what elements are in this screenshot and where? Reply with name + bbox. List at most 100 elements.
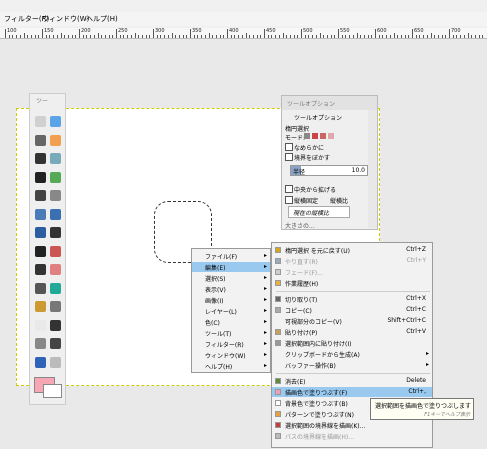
ruler-label: 700 — [451, 28, 461, 34]
edit_menu-item[interactable]: 選択範囲内に貼り付け(I) — [272, 338, 432, 348]
menu-item-label: 編集(E) — [205, 265, 226, 272]
edit_menu-item: やり直す(R) Ctrl+Y — [272, 256, 432, 266]
paste-into-icon — [275, 340, 281, 346]
context_menu-item[interactable]: ヘルプ(H) ▸ — [192, 361, 270, 371]
measure-icon[interactable] — [50, 190, 61, 201]
ruler-label: 500 — [303, 28, 313, 34]
edit_menu-item: フェード(F)... — [272, 267, 432, 277]
edit_menu-item[interactable]: 消去(E) Delete — [272, 376, 432, 386]
mode-replace-icon[interactable] — [304, 133, 310, 139]
stroke-path-icon — [275, 433, 281, 439]
menu-item-accelerator: Ctrl+Z — [406, 246, 426, 253]
menu-windows[interactable]: ウィンドウ(W) — [42, 14, 89, 24]
bucket-icon[interactable] — [50, 282, 61, 294]
blend-icon[interactable] — [35, 301, 46, 312]
edit_menu-item[interactable]: 切り取り(T) Ctrl+X — [272, 294, 432, 304]
mode-intersect-icon[interactable] — [328, 133, 334, 139]
mode-label: モード: — [285, 135, 306, 142]
context_menu-item[interactable]: 編集(E) ▸ — [192, 262, 270, 272]
context_menu-item[interactable]: 色(C) ▸ — [192, 317, 270, 327]
scale-icon[interactable] — [35, 245, 46, 257]
perspective-icon[interactable] — [35, 264, 46, 275]
ellipse-select-icon[interactable] — [50, 116, 61, 127]
wand-icon[interactable] — [50, 134, 61, 146]
mode-subtract-icon[interactable] — [320, 133, 326, 139]
context_menu-item[interactable]: ウィンドウ(W) ▸ — [192, 350, 270, 360]
menu-item-label: 描画色で塗りつぶす(F) — [285, 390, 348, 397]
menu-help[interactable]: ヘルプ(H) — [86, 14, 118, 24]
ink-icon[interactable] — [50, 338, 61, 349]
crop-icon[interactable] — [35, 227, 46, 238]
background-color-swatch[interactable] — [43, 384, 62, 398]
tooltip-hint: F1キーでヘルプ表示 — [424, 412, 470, 418]
context_menu-item[interactable]: ツール(T) ▸ — [192, 328, 270, 338]
paths-icon[interactable] — [35, 171, 46, 183]
edit_menu-item[interactable]: 選択範囲の境界線を描画(K)... — [272, 420, 432, 430]
text-icon[interactable] — [35, 282, 46, 294]
ruler-label: 550 — [340, 28, 350, 34]
clone-icon[interactable] — [35, 356, 46, 368]
ratio-field[interactable]: 現在の縦横比 — [288, 206, 350, 218]
zoom-icon[interactable] — [35, 190, 46, 201]
rotate-icon[interactable] — [50, 227, 61, 238]
heal-icon[interactable] — [50, 356, 61, 368]
edit_menu-item[interactable]: 描画色で塗りつぶす(F) Ctrl+, — [272, 387, 432, 397]
edit_menu-item[interactable]: 楕円選択 を元に戻す(U) Ctrl+Z — [272, 245, 432, 255]
ruler-label: 600 — [377, 28, 387, 34]
ruler-label: 400 — [229, 28, 239, 34]
mode-add-icon[interactable] — [312, 133, 318, 139]
context_menu-item[interactable]: 表示(V) ▸ — [192, 284, 270, 294]
context_menu-item[interactable]: フィルター(R) ▸ — [192, 339, 270, 349]
airbrush-icon[interactable] — [35, 338, 46, 349]
menu-item-label: 貼り付け(P) — [285, 330, 318, 337]
submenu-arrow-icon: ▸ — [263, 307, 267, 314]
menu-item-accelerator: Ctrl+C — [406, 306, 426, 313]
fixed-label: 縦横固定 — [294, 198, 319, 205]
antialias-checkbox[interactable] — [285, 143, 293, 151]
menu-item-label: コピー(C) — [285, 308, 312, 315]
menu-item-accelerator: Ctrl+Y — [406, 257, 426, 264]
tool-options-scrollbar[interactable] — [368, 110, 377, 228]
toolbox: ツー — [29, 93, 66, 405]
menu-item-label: クリップボードから生成(A) — [285, 352, 360, 359]
menu-item-label: 切り取り(T) — [285, 297, 318, 304]
edit_menu-item[interactable]: バッファー操作(B) ▸ — [272, 360, 432, 370]
shear-icon[interactable] — [50, 245, 61, 257]
menu-item-label: レイヤー(L) — [205, 309, 237, 316]
pencil-icon[interactable] — [50, 301, 61, 312]
menu-item-accelerator: Ctrl+V — [406, 328, 426, 335]
context_menu-item[interactable]: ファイル(F) ▸ — [192, 251, 270, 261]
flip-icon[interactable] — [50, 264, 61, 275]
feather-checkbox[interactable] — [285, 153, 293, 161]
submenu-arrow-icon: ▸ — [263, 351, 267, 358]
edit_menu-item[interactable]: 貼り付け(P) Ctrl+V — [272, 327, 432, 337]
edit_menu-item[interactable]: コピー(C) Ctrl+C — [272, 305, 432, 315]
expand-center-checkbox[interactable] — [285, 185, 293, 193]
brush-icon[interactable] — [35, 319, 46, 331]
fixed-checkbox[interactable] — [285, 196, 293, 204]
edit_menu-item[interactable]: 可視部分のコピー(V) Shift+Ctrl+C — [272, 316, 432, 326]
fixed-option[interactable]: 縦横比 — [330, 196, 348, 205]
redo-icon — [275, 258, 281, 264]
context_menu-item[interactable]: 画像(I) ▸ — [192, 295, 270, 305]
edit_menu-item[interactable]: クリップボードから生成(A) ▸ — [272, 349, 432, 359]
color-picker-icon[interactable] — [50, 171, 61, 183]
lasso-icon[interactable] — [35, 134, 46, 146]
context_menu-item[interactable]: レイヤー(L) ▸ — [192, 306, 270, 316]
feather-radius-slider[interactable]: 半径 10.0 — [290, 165, 368, 176]
align-icon[interactable] — [50, 208, 61, 220]
rect-select-icon[interactable] — [35, 116, 46, 127]
move-icon[interactable] — [35, 208, 46, 220]
fill-bg-icon — [275, 400, 281, 406]
stroke-selection-icon — [275, 422, 281, 428]
tool-options-title: ツールオプション — [287, 101, 336, 108]
edit_menu-item[interactable]: 作業履歴(H) — [272, 278, 432, 288]
fuzzy-icon[interactable] — [50, 153, 61, 164]
ruler-label: 350 — [192, 28, 202, 34]
menu-item-label: 表示(V) — [205, 287, 226, 294]
tool-options-tab[interactable]: ツールオプション — [294, 113, 342, 122]
eraser-icon[interactable] — [50, 319, 61, 331]
scissors-icon[interactable] — [35, 153, 46, 164]
context_menu-item[interactable]: 選択(S) ▸ — [192, 273, 270, 283]
submenu-arrow-icon: ▸ — [263, 252, 267, 259]
